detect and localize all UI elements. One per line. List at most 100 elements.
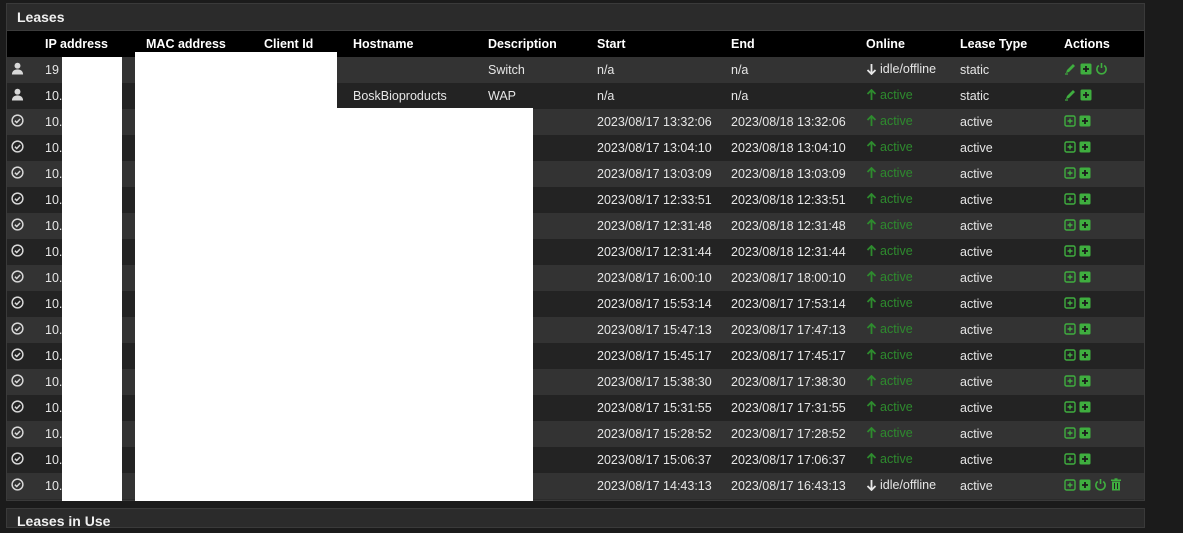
- cell-actions: [1064, 317, 1144, 343]
- add-wol-icon[interactable]: [1064, 166, 1076, 182]
- cell-actions: [1064, 161, 1144, 187]
- active-lease-check-icon: [11, 296, 24, 312]
- cell-online: active: [866, 447, 960, 473]
- cell-start: 2023/08/17 15:47:13: [597, 317, 731, 343]
- cell-online: active: [866, 109, 960, 135]
- add-static-mapping-icon[interactable]: [1079, 427, 1091, 442]
- active-lease-check-icon: [11, 114, 24, 130]
- cell-end: 2023/08/17 17:45:17: [731, 343, 866, 369]
- edit-icon[interactable]: [1064, 88, 1077, 104]
- add-static-mapping-icon[interactable]: [1079, 167, 1091, 182]
- online-status-text: active: [880, 374, 913, 389]
- cell-status-icon: [7, 265, 45, 291]
- cell-start: 2023/08/17 12:31:48: [597, 213, 731, 239]
- add-wol-icon[interactable]: [1064, 400, 1076, 416]
- add-static-mapping-icon[interactable]: [1079, 453, 1091, 468]
- cell-lease-type: active: [960, 291, 1064, 317]
- active-lease-check-icon: [11, 192, 24, 208]
- cell-start: n/a: [597, 83, 731, 109]
- start-header[interactable]: Start: [597, 31, 731, 57]
- cell-start: 2023/08/17 15:31:55: [597, 395, 731, 421]
- status-icon-header: [7, 31, 45, 57]
- arrow-up-icon: [866, 400, 877, 416]
- arrow-down-icon: [866, 479, 877, 494]
- cell-actions: [1064, 187, 1144, 213]
- hostname-header[interactable]: Hostname: [353, 31, 488, 57]
- trash-icon[interactable]: [1110, 478, 1122, 494]
- cell-status-icon: [7, 447, 45, 473]
- cell-start: 2023/08/17 13:32:06: [597, 109, 731, 135]
- arrow-up-icon: [866, 270, 877, 286]
- cell-end: 2023/08/18 13:32:06: [731, 109, 866, 135]
- actions-header[interactable]: Actions: [1064, 31, 1144, 57]
- cell-actions: [1064, 213, 1144, 239]
- add-static-mapping-icon[interactable]: [1079, 193, 1091, 208]
- cell-lease-type: active: [960, 187, 1064, 213]
- arrow-up-icon: [866, 166, 877, 182]
- redaction-block: [337, 108, 533, 501]
- add-static-mapping-icon[interactable]: [1080, 63, 1092, 78]
- add-wol-icon[interactable]: [1064, 426, 1076, 442]
- ip-address-header[interactable]: IP address: [45, 31, 146, 57]
- add-static-mapping-icon[interactable]: [1079, 479, 1091, 494]
- add-static-mapping-icon[interactable]: [1079, 297, 1091, 312]
- add-static-mapping-icon[interactable]: [1079, 219, 1091, 234]
- cell-start: 2023/08/17 12:31:44: [597, 239, 731, 265]
- arrow-up-icon: [866, 322, 877, 338]
- add-static-mapping-icon[interactable]: [1079, 349, 1091, 364]
- cell-end: 2023/08/17 17:47:13: [731, 317, 866, 343]
- cell-actions: [1064, 395, 1144, 421]
- cell-end: 2023/08/17 17:38:30: [731, 369, 866, 395]
- cell-description: WAP: [488, 83, 597, 109]
- active-lease-check-icon: [11, 452, 24, 468]
- active-lease-check-icon: [11, 166, 24, 182]
- cell-online: active: [866, 421, 960, 447]
- cell-online: idle/offline: [866, 57, 960, 83]
- cell-start: 2023/08/17 14:43:13: [597, 473, 731, 499]
- add-wol-icon[interactable]: [1064, 452, 1076, 468]
- add-wol-icon[interactable]: [1064, 348, 1076, 364]
- cell-actions: [1064, 343, 1144, 369]
- add-static-mapping-icon[interactable]: [1079, 115, 1091, 130]
- end-header[interactable]: End: [731, 31, 866, 57]
- arrow-up-icon: [866, 452, 877, 468]
- add-wol-icon[interactable]: [1064, 244, 1076, 260]
- cell-online: active: [866, 291, 960, 317]
- add-wol-icon[interactable]: [1064, 296, 1076, 312]
- add-wol-icon[interactable]: [1064, 140, 1076, 156]
- add-wol-icon[interactable]: [1064, 374, 1076, 390]
- add-wol-icon[interactable]: [1064, 322, 1076, 338]
- add-wol-icon[interactable]: [1064, 192, 1076, 208]
- description-header[interactable]: Description: [488, 31, 597, 57]
- active-lease-check-icon: [11, 140, 24, 156]
- active-lease-check-icon: [11, 270, 24, 286]
- add-wol-icon[interactable]: [1064, 478, 1076, 494]
- online-status-text: active: [880, 322, 913, 337]
- cell-end: 2023/08/18 12:31:48: [731, 213, 866, 239]
- power-icon[interactable]: [1094, 478, 1107, 494]
- add-static-mapping-icon[interactable]: [1079, 401, 1091, 416]
- add-static-mapping-icon[interactable]: [1079, 141, 1091, 156]
- add-static-mapping-icon[interactable]: [1079, 245, 1091, 260]
- add-static-mapping-icon[interactable]: [1079, 375, 1091, 390]
- arrow-down-icon: [866, 63, 877, 78]
- lease-type-header[interactable]: Lease Type: [960, 31, 1064, 57]
- cell-status-icon: [7, 109, 45, 135]
- add-wol-icon[interactable]: [1064, 114, 1076, 130]
- edit-icon[interactable]: [1064, 62, 1077, 78]
- add-wol-icon[interactable]: [1064, 218, 1076, 234]
- add-static-mapping-icon[interactable]: [1080, 89, 1092, 104]
- cell-lease-type: static: [960, 83, 1064, 109]
- online-header[interactable]: Online: [866, 31, 960, 57]
- add-static-mapping-icon[interactable]: [1079, 323, 1091, 338]
- cell-lease-type: active: [960, 109, 1064, 135]
- cell-online: active: [866, 161, 960, 187]
- cell-lease-type: static: [960, 57, 1064, 83]
- add-wol-icon[interactable]: [1064, 270, 1076, 286]
- add-static-mapping-icon[interactable]: [1079, 271, 1091, 286]
- cell-start: 2023/08/17 12:33:51: [597, 187, 731, 213]
- cell-online: active: [866, 187, 960, 213]
- static-user-icon: [11, 88, 24, 104]
- power-icon[interactable]: [1095, 62, 1108, 78]
- cell-lease-type: active: [960, 343, 1064, 369]
